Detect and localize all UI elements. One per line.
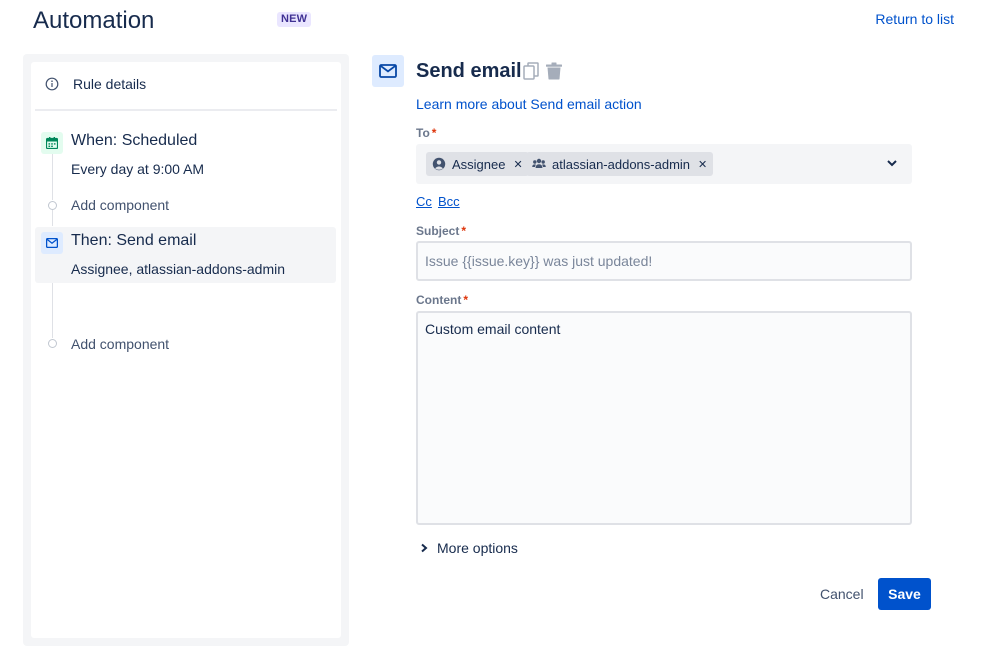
recipient-chip-assignee[interactable]: Assignee ✕ — [426, 152, 529, 176]
subject-label: Subject * — [416, 224, 466, 238]
action-title: Then: Send email — [71, 232, 197, 249]
cc-link[interactable]: Cc — [416, 194, 432, 209]
cancel-button[interactable]: Cancel — [810, 578, 874, 610]
to-recipients-field[interactable]: Assignee ✕ atlassian-addons-admin ✕ — [416, 144, 912, 184]
trash-icon[interactable] — [545, 62, 563, 80]
calendar-icon — [41, 132, 63, 154]
recipient-chip-group[interactable]: atlassian-addons-admin ✕ — [526, 152, 714, 176]
content-label-text: Content — [416, 293, 462, 307]
add-component-dot — [48, 339, 57, 348]
trigger-subtitle: Every day at 9:00 AM — [71, 161, 205, 177]
subject-label-text: Subject — [416, 224, 460, 238]
action-subtitle: Assignee, atlassian-addons-admin — [71, 261, 286, 277]
content-label: Content * — [416, 293, 468, 307]
add-component-button[interactable]: Add component — [71, 336, 169, 352]
mail-icon — [41, 232, 63, 254]
to-label-text: To — [416, 126, 430, 140]
required-marker: * — [461, 224, 467, 238]
bcc-link[interactable]: Bcc — [438, 194, 460, 209]
rule-details-item[interactable]: Rule details — [45, 76, 146, 92]
learn-more-link[interactable]: Learn more about Send email action — [416, 96, 642, 112]
page-title: Automation — [33, 7, 155, 34]
recipient-label: atlassian-addons-admin — [552, 156, 691, 172]
add-component-dot — [48, 201, 57, 210]
add-component-button[interactable]: Add component — [71, 197, 169, 213]
remove-recipient-icon[interactable]: ✕ — [698, 158, 707, 171]
chevron-down-icon[interactable] — [886, 157, 898, 169]
return-to-list-link[interactable]: Return to list — [875, 11, 954, 27]
copy-icon[interactable] — [523, 62, 539, 80]
panel-title: Send email — [416, 60, 522, 82]
required-marker: * — [431, 126, 437, 140]
more-options-toggle[interactable]: More options — [419, 540, 518, 556]
subject-input[interactable] — [416, 241, 912, 281]
mail-icon — [372, 55, 404, 87]
recipient-label: Assignee — [452, 156, 506, 172]
content-textarea[interactable]: Custom email content — [416, 311, 912, 525]
more-options-label: More options — [437, 540, 518, 556]
trigger-title: When: Scheduled — [71, 132, 198, 149]
required-marker: * — [463, 293, 468, 307]
timeline-line — [52, 154, 53, 200]
remove-recipient-icon[interactable]: ✕ — [513, 158, 522, 171]
rule-details-label: Rule details — [73, 76, 147, 92]
timeline-line — [52, 210, 53, 226]
to-label: To * — [416, 126, 436, 140]
user-circle-icon — [432, 157, 446, 171]
chevron-right-icon — [421, 543, 428, 553]
divider — [35, 109, 337, 111]
save-button[interactable]: Save — [878, 578, 931, 610]
info-icon — [45, 77, 59, 91]
rule-sidebar: Rule details When: Scheduled Every day a… — [31, 62, 341, 638]
group-icon — [532, 158, 546, 168]
new-badge: NEW — [277, 12, 312, 27]
